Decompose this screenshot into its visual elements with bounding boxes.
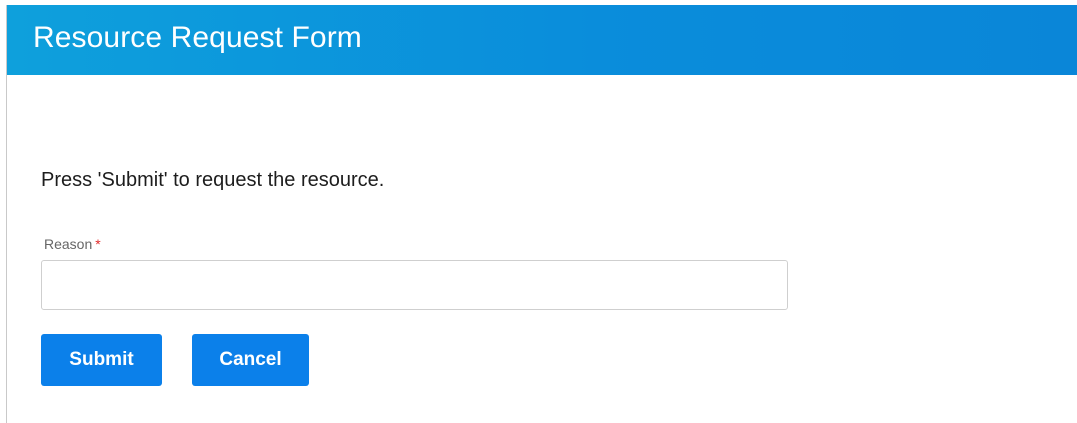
form-title: Resource Request Form (33, 21, 362, 54)
reason-input[interactable] (41, 260, 788, 310)
cancel-button[interactable]: Cancel (192, 334, 309, 386)
submit-button[interactable]: Submit (41, 334, 162, 386)
form-instructions: Press 'Submit' to request the resource. (41, 169, 385, 191)
reason-label-text: Reason (44, 236, 93, 252)
form-header: Resource Request Form (7, 5, 1077, 75)
form-window: Resource Request Form Press 'Submit' to … (6, 5, 1077, 423)
reason-label: Reason * (44, 235, 101, 253)
required-indicator: * (95, 236, 101, 252)
